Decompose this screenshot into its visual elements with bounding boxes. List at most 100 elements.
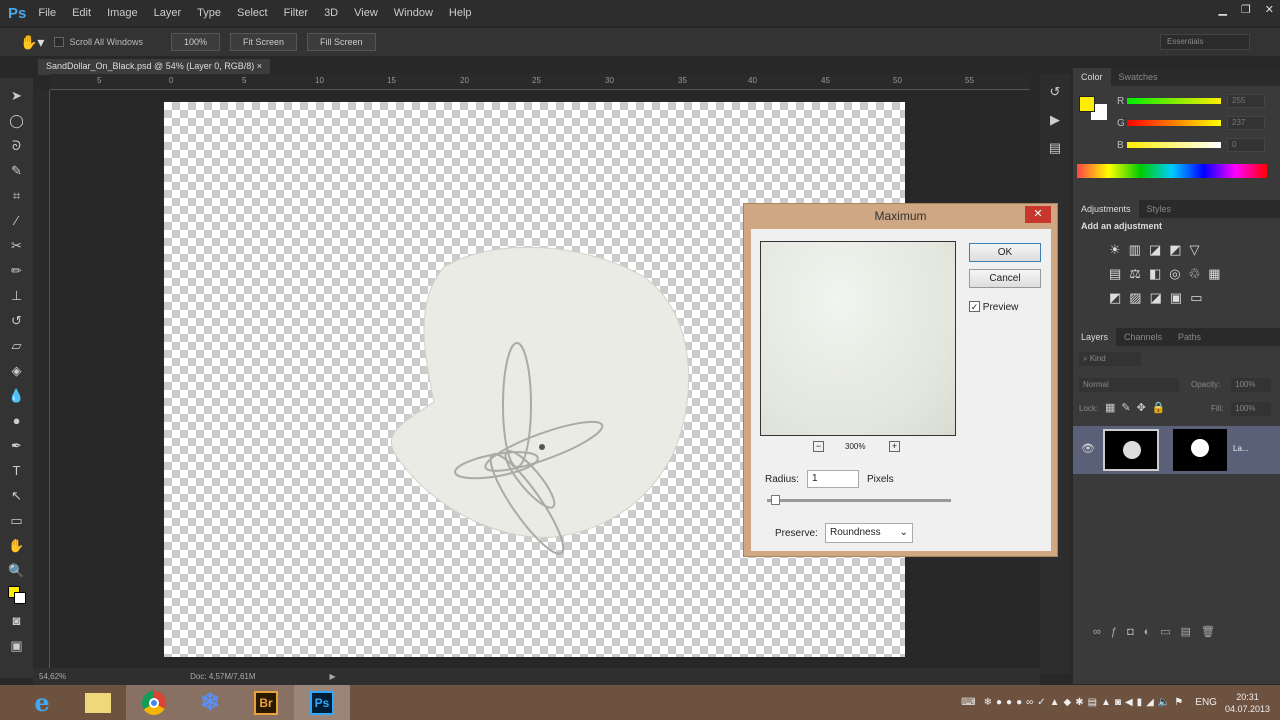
marquee-tool-icon[interactable]: ◯ xyxy=(7,111,27,130)
blend-mode-select[interactable]: Normal xyxy=(1079,378,1179,392)
zoom-level[interactable]: 54,62% xyxy=(39,672,66,681)
selective-color-icon[interactable]: ▣ xyxy=(1170,290,1182,306)
lasso-tool-icon[interactable]: ᘐ xyxy=(7,136,27,155)
move-tool-icon[interactable]: ➤ xyxy=(7,86,27,105)
tab-paths[interactable]: Paths xyxy=(1170,328,1209,346)
bw-icon[interactable]: ◧ xyxy=(1149,266,1161,282)
opacity-input[interactable]: 100% xyxy=(1231,378,1271,392)
g-slider[interactable] xyxy=(1127,120,1221,126)
taskbar-app-icon[interactable]: ❄ xyxy=(182,685,238,720)
taskbar-ie-icon[interactable]: e xyxy=(14,685,70,720)
menu-view[interactable]: View xyxy=(354,7,378,19)
brush-tool-icon[interactable]: ✏ xyxy=(7,261,27,280)
gradient-tool-icon[interactable]: ◈ xyxy=(7,361,27,380)
history-brush-icon[interactable]: ↺ xyxy=(7,311,27,330)
layer-actions-bar[interactable]: ∞ƒ◘◐▭▤🗑 xyxy=(1093,625,1225,638)
dodge-tool-icon[interactable]: ● xyxy=(7,411,27,430)
color-spectrum[interactable] xyxy=(1077,164,1267,178)
lock-icons[interactable]: ▦✎✥🔒 xyxy=(1105,401,1172,414)
taskbar-explorer-icon[interactable] xyxy=(70,685,126,720)
document-tab[interactable]: SandDollar_On_Black.psd @ 54% (Layer 0, … xyxy=(38,59,270,75)
pen-tool-icon[interactable]: ✒ xyxy=(7,436,27,455)
close-icon[interactable]: ✕ xyxy=(1265,3,1274,16)
taskbar-chrome-icon[interactable] xyxy=(126,685,182,720)
menu-filter[interactable]: Filter xyxy=(284,7,308,19)
screen-mode-icon[interactable]: ▣ xyxy=(7,636,27,655)
color-balance-icon[interactable]: ⚖ xyxy=(1129,266,1141,282)
zoom-100-button[interactable]: 100% xyxy=(171,33,220,51)
taskbar-photoshop-icon[interactable]: Ps xyxy=(294,685,350,720)
r-slider[interactable] xyxy=(1127,98,1221,104)
keyboard-icon[interactable]: ⌨ xyxy=(961,697,975,708)
menu-3d[interactable]: 3D xyxy=(324,7,338,19)
restore-icon[interactable]: ❐ xyxy=(1241,3,1251,16)
curves-icon[interactable]: ◪ xyxy=(1149,242,1161,258)
actions-panel-icon[interactable]: ▶ xyxy=(1050,112,1060,128)
workspace-select[interactable]: Essentials xyxy=(1160,34,1250,50)
dialog-close-button[interactable]: ✕ xyxy=(1025,206,1051,223)
tab-styles[interactable]: Styles xyxy=(1139,200,1180,218)
close-tab-icon[interactable]: × xyxy=(257,61,262,71)
menu-select[interactable]: Select xyxy=(237,7,268,19)
type-tool-icon[interactable]: T xyxy=(7,461,27,480)
fill-input[interactable]: 100% xyxy=(1231,402,1271,416)
radius-slider-thumb[interactable] xyxy=(771,495,780,505)
clock[interactable]: 20:3104.07.2013 xyxy=(1225,691,1270,715)
brightness-icon[interactable]: ☀ xyxy=(1109,242,1121,258)
tab-adjustments[interactable]: Adjustments xyxy=(1073,200,1139,218)
g-value[interactable]: 237 xyxy=(1227,116,1265,130)
hand-tool-icon[interactable]: ✋ xyxy=(7,536,27,555)
fit-screen-button[interactable]: Fit Screen xyxy=(230,33,297,51)
invert-icon[interactable]: ◩ xyxy=(1109,290,1121,306)
exposure-icon[interactable]: ◩ xyxy=(1169,242,1181,258)
stamp-tool-icon[interactable]: ⊥ xyxy=(7,286,27,305)
layer-thumbnail[interactable] xyxy=(1103,429,1159,471)
menu-layer[interactable]: Layer xyxy=(154,7,182,19)
hue-sat-icon[interactable]: ▤ xyxy=(1109,266,1121,282)
menu-edit[interactable]: Edit xyxy=(72,7,91,19)
quick-mask-icon[interactable]: ◙ xyxy=(7,611,27,630)
language-indicator[interactable]: ENG xyxy=(1195,697,1217,708)
menu-type[interactable]: Type xyxy=(197,7,221,19)
properties-panel-icon[interactable]: ▤ xyxy=(1049,140,1061,156)
photo-filter-icon[interactable]: ◎ xyxy=(1169,266,1180,282)
ok-button[interactable]: OK xyxy=(969,243,1041,262)
scroll-all-windows-checkbox[interactable]: Scroll All Windows xyxy=(54,37,143,48)
healing-tool-icon[interactable]: ✂ xyxy=(7,236,27,255)
layer-row[interactable]: 👁 La... xyxy=(1073,426,1280,474)
quick-select-tool-icon[interactable]: ✎ xyxy=(7,161,27,180)
preserve-select[interactable]: Roundness⌄ xyxy=(825,523,913,543)
status-menu-arrow-icon[interactable]: ▶ xyxy=(330,672,336,681)
tab-color[interactable]: Color xyxy=(1073,68,1111,86)
history-panel-icon[interactable]: ↺ xyxy=(1050,84,1061,100)
tab-channels[interactable]: Channels xyxy=(1116,328,1170,346)
r-value[interactable]: 255 xyxy=(1227,94,1265,108)
menu-window[interactable]: Window xyxy=(394,7,433,19)
crop-tool-icon[interactable]: ⌗ xyxy=(7,186,27,205)
posterize-icon[interactable]: ▨ xyxy=(1129,290,1141,306)
tab-swatches[interactable]: Swatches xyxy=(1111,68,1166,86)
color-lookup-icon[interactable]: ▦ xyxy=(1208,266,1220,282)
radius-slider[interactable] xyxy=(767,499,951,502)
eraser-tool-icon[interactable]: ▱ xyxy=(7,336,27,355)
menu-file[interactable]: File xyxy=(38,7,56,19)
b-slider[interactable] xyxy=(1127,142,1221,148)
shape-tool-icon[interactable]: ▭ xyxy=(7,511,27,530)
layer-mask-thumbnail[interactable] xyxy=(1173,429,1227,471)
tray-icons[interactable]: ❄●●●∞✓▲◆✱▤▲◙◀▮◢🔈⚑ xyxy=(984,697,1188,708)
blur-tool-icon[interactable]: 💧 xyxy=(7,386,27,405)
zoom-in-icon[interactable]: + xyxy=(889,441,900,452)
vibrance-icon[interactable]: ▽ xyxy=(1190,242,1200,258)
taskbar-bridge-icon[interactable]: Br xyxy=(238,685,294,720)
visibility-eye-icon[interactable]: 👁 xyxy=(1081,442,1095,455)
hand-tool-icon[interactable]: ✋▾ xyxy=(20,34,44,51)
tab-layers[interactable]: Layers xyxy=(1073,328,1116,346)
levels-icon[interactable]: ▥ xyxy=(1129,242,1141,258)
foreground-color-swatch[interactable] xyxy=(1079,96,1095,112)
layer-filter-kind[interactable]: ⌕ Kind xyxy=(1079,352,1141,366)
zoom-tool-icon[interactable]: 🔍 xyxy=(7,561,27,580)
menu-help[interactable]: Help xyxy=(449,7,472,19)
path-select-tool-icon[interactable]: ↖ xyxy=(7,486,27,505)
zoom-out-icon[interactable]: − xyxy=(813,441,824,452)
color-swatches-icon[interactable] xyxy=(7,586,27,605)
